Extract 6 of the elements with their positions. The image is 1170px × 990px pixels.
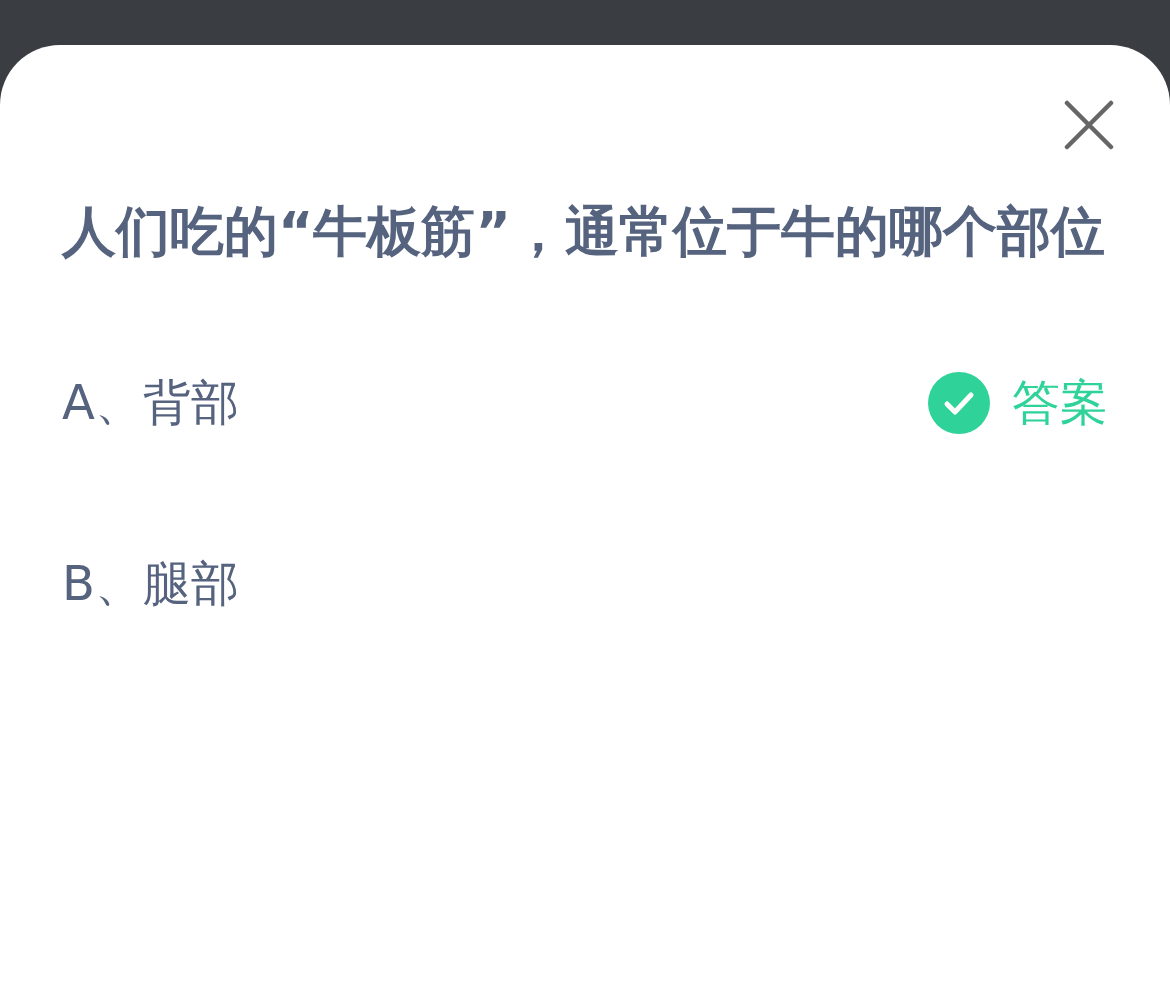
close-button[interactable]	[1064, 100, 1114, 150]
close-icon	[1064, 100, 1114, 150]
answer-label: 答案	[1012, 373, 1108, 432]
option-text[interactable]: B、腿部	[62, 552, 239, 616]
question-text: 人们吃的“牛板筋”，通常位于牛的哪个部位	[62, 199, 1106, 265]
option-text[interactable]: A、背部	[62, 371, 239, 435]
